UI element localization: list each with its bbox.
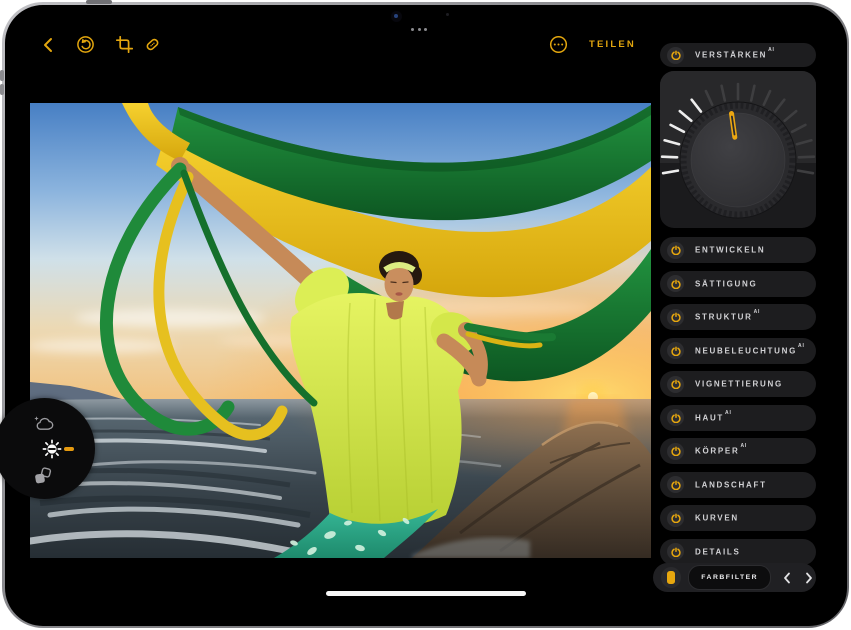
adjustment-row-details[interactable]: DETAILS [660, 539, 816, 565]
power-button [86, 0, 112, 4]
enhance-dial-panel[interactable] [660, 71, 816, 228]
color-swatches-icon[interactable] [33, 466, 53, 491]
power-icon[interactable] [667, 476, 684, 493]
power-icon[interactable] [667, 543, 684, 560]
adjustment-list: ENTWICKELN SÄTTIGUNG STRUKTURAI NEUBELEU… [660, 237, 816, 565]
more-icon[interactable] [549, 35, 568, 54]
adjustment-row-haut[interactable]: HAUTAI [660, 405, 816, 431]
power-icon[interactable] [667, 376, 684, 393]
home-indicator[interactable] [326, 591, 526, 596]
multitask-menu-icon[interactable] [411, 28, 427, 31]
crop-icon[interactable] [116, 36, 133, 53]
farbfilter-button[interactable]: FARBFILTER [688, 565, 772, 590]
next-filter-button[interactable] [803, 570, 816, 586]
front-camera [391, 11, 402, 22]
brightness-sun-icon[interactable] [41, 438, 63, 465]
ml-enhance-cloud-icon[interactable] [33, 415, 55, 437]
adjustment-row-koerper[interactable]: KÖRPERAI [660, 438, 816, 464]
back-icon[interactable] [41, 37, 55, 53]
undo-icon[interactable] [76, 35, 95, 54]
ipad-device: TEILEN [0, 0, 851, 630]
share-button[interactable]: TEILEN [578, 39, 636, 50]
enhance-header[interactable]: VERSTÄRKENAI [660, 43, 816, 67]
photo-art [30, 103, 651, 558]
filter-footer-bar: FARBFILTER [653, 563, 816, 592]
power-icon[interactable] [667, 342, 684, 359]
power-icon[interactable] [667, 443, 684, 460]
light-sensor [446, 13, 449, 16]
color-filter-icon[interactable] [661, 567, 681, 588]
power-icon[interactable] [667, 47, 684, 64]
adjustment-row-neubeleuchtung[interactable]: NEUBELEUCHTUNGAI [660, 338, 816, 364]
adjustment-row-landschaft[interactable]: LANDSCHAFT [660, 472, 816, 498]
adjustment-row-struktur[interactable]: STRUKTURAI [660, 304, 816, 330]
adjustment-row-vignettierung[interactable]: VIGNETTIERUNG [660, 371, 816, 397]
adjustment-row-kurven[interactable]: KURVEN [660, 505, 816, 531]
repair-icon[interactable] [144, 36, 161, 53]
volume-down-button [0, 84, 4, 95]
adjustment-row-entwickeln[interactable]: ENTWICKELN [660, 237, 816, 263]
enhance-dial-knob[interactable] [680, 102, 796, 218]
power-icon[interactable] [667, 309, 684, 326]
volume-up-button [0, 70, 4, 81]
enhance-label: VERSTÄRKENAI [695, 50, 775, 60]
power-icon[interactable] [667, 510, 684, 527]
prev-filter-button[interactable] [780, 570, 793, 586]
photo-canvas[interactable] [30, 103, 651, 558]
power-icon[interactable] [667, 275, 684, 292]
wheel-selection-tick [64, 447, 74, 451]
power-icon[interactable] [667, 409, 684, 426]
power-icon[interactable] [667, 242, 684, 259]
adjustment-row-saettigung[interactable]: SÄTTIGUNG [660, 271, 816, 297]
